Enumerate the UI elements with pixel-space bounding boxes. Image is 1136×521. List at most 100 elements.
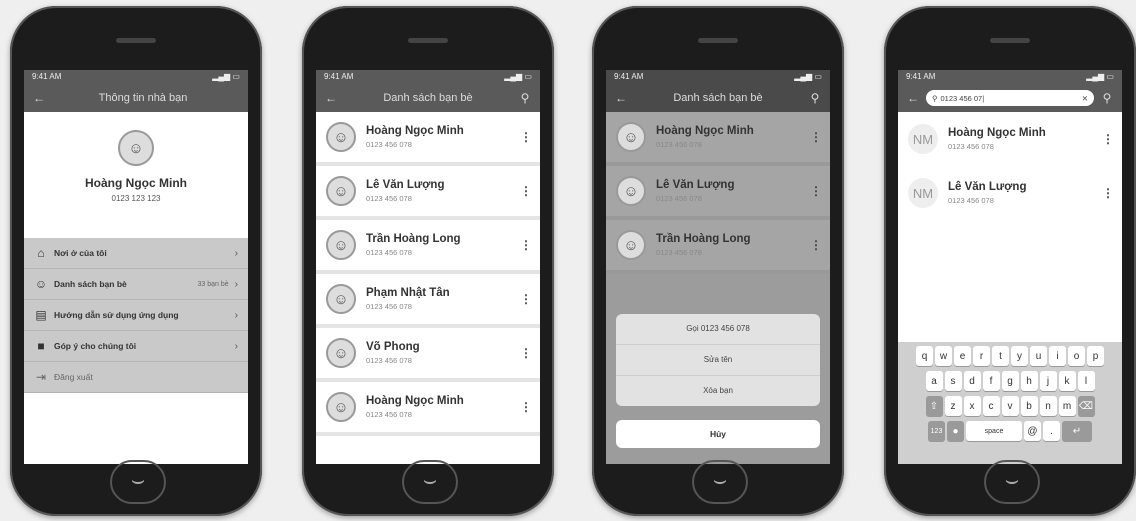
clear-icon[interactable]: ✕ [1082,94,1088,103]
key[interactable]: b [1020,396,1038,416]
search-icon[interactable]: ⚲ [1100,91,1114,105]
key[interactable]: p [1087,346,1104,366]
more-options-icon[interactable]: ⋮ [520,346,532,360]
home-button[interactable]: ⌣ [110,460,166,504]
friend-row[interactable]: ☺ Lê Văn Lượng 0123 456 078 ⋮ [316,166,540,220]
dot-key[interactable]: . [1043,421,1060,441]
key[interactable]: z [944,396,962,416]
friend-phone: 0123 456 078 [366,356,412,365]
menu-item-feedback[interactable]: ■ Góp ý cho chúng tôi › [24,331,248,362]
key[interactable]: k [1058,371,1076,391]
key[interactable]: h [1020,371,1038,391]
menu-item-friends[interactable]: ☺ Danh sách bạn bè 33 bạn bè › [24,269,248,300]
friend-row[interactable]: ☺ Lê Văn Lượng 0123 456 078 ⋮ [606,166,830,220]
more-options-icon[interactable]: ⋮ [1102,132,1114,146]
key[interactable]: i [1049,346,1066,366]
key[interactable]: r [973,346,990,366]
friend-row[interactable]: ☺ Hoàng Ngọc Minh 0123 456 078 ⋮ [606,112,830,166]
key[interactable]: y [1011,346,1028,366]
backspace-key-icon[interactable]: ⌫ [1077,396,1095,416]
home-button[interactable]: ⌣ [692,460,748,504]
more-options-icon[interactable]: ⋮ [520,400,532,414]
key[interactable]: j [1039,371,1057,391]
search-icon[interactable]: ⚲ [518,91,532,105]
more-options-icon[interactable]: ⋮ [810,184,822,198]
key[interactable]: v [1001,396,1019,416]
friend-name: Hoàng Ngọc Minh [366,125,464,137]
back-arrow-icon[interactable]: ← [614,91,628,105]
more-options-icon[interactable]: ⋮ [1102,186,1114,200]
key[interactable]: q [916,346,933,366]
space-key[interactable]: space [966,421,1022,441]
menu-item-label: Đăng xuất [54,372,93,382]
rename-button[interactable]: Sửa tên [616,345,820,376]
home-icon: ⌂ [37,246,45,260]
app-bar: ← Danh sách bạn bè ⚲ [606,84,830,112]
more-options-icon[interactable]: ⋮ [810,130,822,144]
friend-name: Trần Hoàng Long [656,233,751,245]
home-button[interactable]: ⌣ [984,460,1040,504]
more-options-icon[interactable]: ⋮ [520,292,532,306]
more-options-icon[interactable]: ⋮ [520,130,532,144]
more-options-icon[interactable]: ⋮ [520,184,532,198]
key[interactable]: w [935,346,952,366]
search-input[interactable]: ⚲ 0123 456 07| ✕ [926,90,1094,106]
search-result-row[interactable]: NM Lê Văn Lượng 0123 456 078 ⋮ [898,166,1122,220]
app-bar-title: Danh sách bạn bè [383,92,473,104]
key[interactable]: n [1039,396,1057,416]
back-arrow-icon[interactable]: ← [906,91,920,105]
at-key[interactable]: @ [1024,421,1041,441]
call-button[interactable]: Gọi 0123 456 078 [616,314,820,345]
numbers-key[interactable]: 123 [928,421,945,441]
go-key-icon[interactable]: ↵ [1062,421,1092,441]
friend-name: Võ Phong [366,341,420,353]
key[interactable]: e [954,346,971,366]
key[interactable]: m [1058,396,1076,416]
friend-info: Hoàng Ngọc Minh 0123 456 078 [948,127,1102,151]
friend-row[interactable]: ☺ Phạm Nhật Tân 0123 456 078 ⋮ [316,274,540,328]
key[interactable]: d [963,371,981,391]
key[interactable]: s [944,371,962,391]
profile-header: ☺ Hoàng Ngọc Minh 0123 123 123 [24,112,248,238]
friend-row[interactable]: ☺ Hoàng Ngọc Minh 0123 456 078 ⋮ [316,112,540,166]
key[interactable]: a [925,371,943,391]
back-arrow-icon[interactable]: ← [324,91,338,105]
key[interactable]: l [1077,371,1095,391]
more-options-icon[interactable]: ⋮ [520,238,532,252]
user-avatar-icon: ☺ [616,122,646,152]
remove-friend-button[interactable]: Xóa bạn [616,376,820,406]
friend-row[interactable]: ☺ Trần Hoàng Long 0123 456 078 ⋮ [606,220,830,274]
menu-item-label: Góp ý cho chúng tôi [54,341,137,351]
key[interactable]: x [963,396,981,416]
user-avatar-icon: ☺ [326,176,356,206]
friend-count: 33 bạn bè [197,280,229,288]
menu-item-guide[interactable]: ▤ Hướng dẫn sử dụng ứng dụng › [24,300,248,331]
home-button[interactable]: ⌣ [402,460,458,504]
friend-phone: 0123 456 078 [366,140,412,149]
key[interactable]: u [1030,346,1047,366]
phone-action-sheet: 9:41 AM ▂▄▆ ▭ ← Danh sách bạn bè ⚲ ☺ Hoà… [592,6,844,516]
more-options-icon[interactable]: ⋮ [810,238,822,252]
menu-item-logout[interactable]: ⇥ Đăng xuất [24,362,248,393]
key[interactable]: f [982,371,1000,391]
shift-key-icon[interactable]: ⇧ [925,396,943,416]
friend-row[interactable]: ☺ Trần Hoàng Long 0123 456 078 ⋮ [316,220,540,274]
search-icon[interactable]: ⚲ [808,91,822,105]
search-result-row[interactable]: NM Hoàng Ngọc Minh 0123 456 078 ⋮ [898,112,1122,166]
back-arrow-icon[interactable]: ← [32,91,46,105]
phone-friend-list: 9:41 AM ▂▄▆ ▭ ← Danh sách bạn bè ⚲ ☺ Hoà… [302,6,554,516]
search-screen: 9:41 AM ▂▄▆ ▭ ← ⚲ 0123 456 07| ✕ ⚲ NM Ho… [898,70,1122,464]
friend-row[interactable]: ☺ Hoàng Ngọc Minh 0123 456 078 ⋮ [316,382,540,436]
chevron-right-icon: › [234,278,238,290]
friend-row[interactable]: ☺ Võ Phong 0123 456 078 ⋮ [316,328,540,382]
cancel-button[interactable]: Hủy [616,420,820,448]
user-avatar-icon[interactable]: ☺ [118,130,154,166]
search-value: 0123 456 07| [940,93,985,103]
profile-phone: 0123 123 123 [111,194,161,203]
key[interactable]: c [982,396,1000,416]
key[interactable]: o [1068,346,1085,366]
globe-key-icon[interactable]: ● [947,421,964,441]
key[interactable]: g [1001,371,1019,391]
key[interactable]: t [992,346,1009,366]
menu-item-home[interactable]: ⌂ Nơi ở của tôi › [24,238,248,269]
